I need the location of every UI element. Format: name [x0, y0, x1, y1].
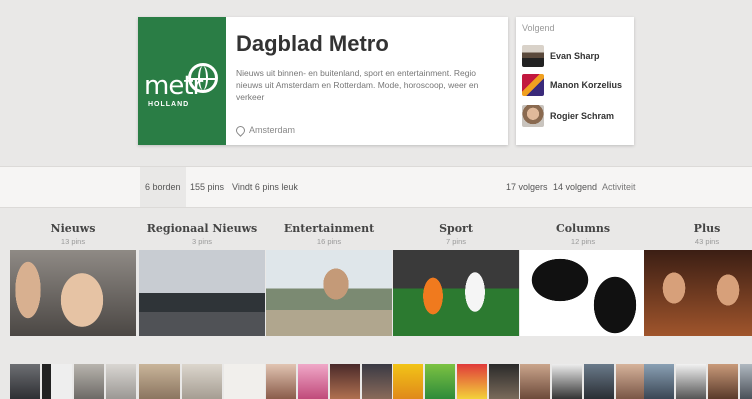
thumbnail: [740, 364, 752, 399]
thumbnail: [224, 364, 266, 399]
board-pin-count: 43 pins: [694, 237, 720, 246]
thumbnail: [298, 364, 328, 399]
tab-likes[interactable]: Vindt 6 pins leuk: [232, 167, 298, 207]
metro-logo: metr HOLLAND: [138, 17, 226, 145]
following-person[interactable]: Rogier Schram: [522, 103, 614, 129]
thumbnail: [362, 364, 392, 399]
thumbnail: [708, 364, 738, 399]
board-cover-image: [139, 250, 265, 336]
following-person[interactable]: Manon Korzelius: [522, 72, 622, 98]
board-title: Entertainment: [283, 222, 375, 235]
profile-page: metr HOLLAND Dagblad Metro Nieuws uit bi…: [0, 0, 752, 399]
thumbnail: [42, 364, 72, 399]
board-thumbnails: [266, 364, 392, 399]
thumbnail: [616, 364, 646, 399]
thumbnail: [552, 364, 582, 399]
activity-link[interactable]: Activiteit: [602, 167, 636, 207]
board-entertainment[interactable]: Entertainment 16 pins: [266, 216, 392, 399]
board-cover-image: [520, 250, 646, 336]
thumbnail: [457, 364, 487, 399]
thumbnail: [584, 364, 614, 399]
profile-name: Dagblad Metro: [236, 31, 389, 56]
board-title: Plus: [693, 222, 721, 235]
logo-subtitle: HOLLAND: [148, 101, 190, 108]
board-columns[interactable]: Columns 12 pins: [520, 216, 646, 399]
thumbnail: [676, 364, 706, 399]
board-thumbnails: [139, 364, 266, 399]
board-pin-count: 3 pins: [191, 237, 212, 246]
board-thumbnails: [644, 364, 752, 399]
board-regionaal-nieuws[interactable]: Regionaal Nieuws 3 pins: [139, 216, 266, 399]
followers-link[interactable]: 17 volgers: [506, 167, 548, 207]
profile-location: Amsterdam: [234, 124, 296, 137]
location-pin-icon: [234, 124, 247, 137]
location-label: Amsterdam: [249, 125, 296, 135]
board-pin-count: 12 pins: [570, 237, 596, 246]
avatar: [522, 45, 544, 67]
thumbnail: [330, 364, 360, 399]
thumbnail: [10, 364, 40, 399]
board-thumbnails: [10, 364, 136, 399]
board-title: Columns: [555, 222, 611, 235]
thumbnail: [266, 364, 296, 399]
board-title: Nieuws: [50, 222, 96, 235]
thumbnail: [425, 364, 455, 399]
board-pin-count: 13 pins: [60, 237, 86, 246]
board-cover-image: [10, 250, 136, 336]
board-pin-count: 7 pins: [445, 237, 466, 246]
thumbnail: [106, 364, 136, 399]
following-card: Volgend Evan Sharp Manon Korzelius Rogie…: [516, 17, 634, 145]
thumbnail: [520, 364, 550, 399]
profile-description: Nieuws uit binnen- en buitenland, sport …: [236, 68, 479, 102]
thumbnail: [74, 364, 104, 399]
board-title: Sport: [439, 222, 473, 235]
board-cover-image: [266, 250, 392, 336]
person-name: Manon Korzelius: [550, 80, 623, 90]
profile-card: metr HOLLAND Dagblad Metro Nieuws uit bi…: [138, 17, 508, 145]
board-title: Regionaal Nieuws: [146, 222, 258, 235]
board-nieuws[interactable]: Nieuws 13 pins: [10, 216, 136, 399]
board-pin-count: 16 pins: [316, 237, 342, 246]
avatar: [522, 74, 544, 96]
avatar: [522, 105, 544, 127]
person-name: Rogier Schram: [550, 111, 615, 121]
thumbnail: [393, 364, 423, 399]
board-thumbnails: [393, 364, 519, 399]
following-link[interactable]: 14 volgend: [553, 167, 597, 207]
board-cover-image: [644, 250, 752, 336]
thumbnail: [181, 364, 223, 399]
board-thumbnails: [520, 364, 646, 399]
thumbnail: [644, 364, 674, 399]
tab-boards[interactable]: 6 borden: [140, 167, 186, 207]
board-plus[interactable]: Plus 43 pins: [644, 216, 752, 399]
following-person[interactable]: Evan Sharp: [522, 43, 600, 69]
board-cover-image: [393, 250, 519, 336]
person-name: Evan Sharp: [550, 51, 600, 61]
board-sport[interactable]: Sport 7 pins: [393, 216, 519, 399]
following-title: Volgend: [522, 23, 555, 33]
thumbnail: [489, 364, 519, 399]
thumbnail: [139, 364, 180, 399]
tab-pins[interactable]: 155 pins: [190, 167, 224, 207]
profile-stats-bar: 6 borden 155 pins Vindt 6 pins leuk 17 v…: [0, 166, 752, 208]
globe-icon: [188, 63, 218, 93]
